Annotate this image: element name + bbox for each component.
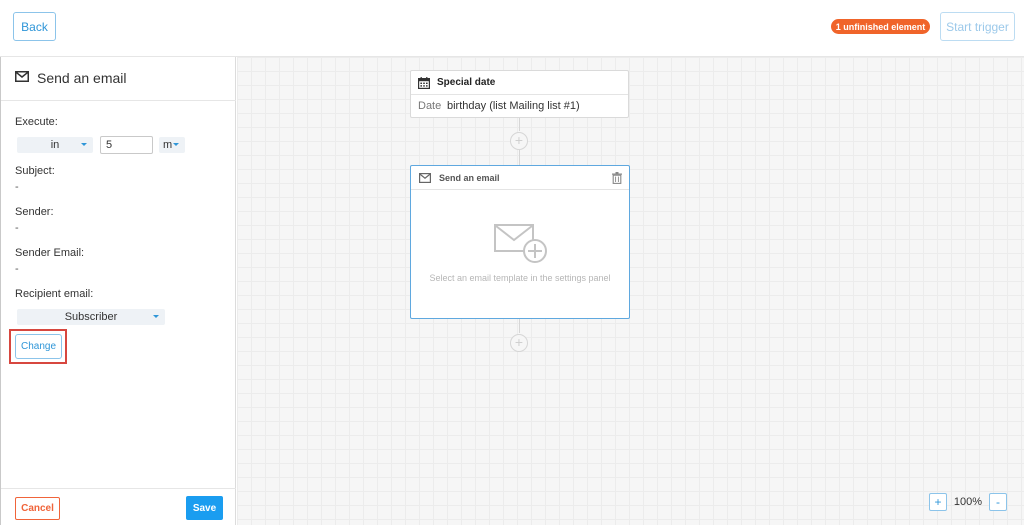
top-bar: Back 1 unfinished element Start trigger: [0, 0, 1024, 57]
envelope-icon: [419, 173, 431, 183]
execute-when-select[interactable]: in: [17, 137, 93, 153]
connector-line: [519, 150, 520, 165]
execute-unit-value: m: [163, 139, 173, 151]
connector-line: [519, 319, 520, 333]
zoom-in-button[interactable]: +: [929, 493, 947, 511]
chevron-down-icon: [153, 315, 159, 318]
chevron-down-icon: [81, 143, 87, 146]
save-button[interactable]: Save: [186, 496, 223, 520]
add-step-button[interactable]: +: [510, 334, 528, 352]
change-button[interactable]: Change: [15, 334, 62, 359]
special-date-node[interactable]: Special date Date birthday (list Mailing…: [410, 70, 629, 118]
subject-label: Subject:: [15, 165, 55, 177]
recipient-email-value: Subscriber: [64, 311, 118, 323]
chevron-down-icon: [173, 143, 179, 146]
unfinished-element-badge: 1 unfinished element: [831, 19, 930, 34]
node-header: Send an email: [411, 166, 629, 190]
panel-title: Send an email: [37, 70, 127, 86]
start-trigger-button[interactable]: Start trigger: [940, 12, 1015, 41]
subject-value: -: [15, 181, 19, 193]
zoom-out-button[interactable]: -: [989, 493, 1007, 511]
panel-header: Send an email: [1, 57, 236, 101]
date-key-label: Date: [418, 100, 442, 112]
sender-email-label: Sender Email:: [15, 247, 85, 259]
recipient-email-label: Recipient email:: [15, 288, 94, 300]
cancel-button[interactable]: Cancel: [15, 497, 60, 520]
email-template-hint: Select an email template in the settings…: [429, 273, 611, 283]
sender-email-value: -: [15, 263, 19, 275]
workflow-canvas[interactable]: [237, 57, 1024, 525]
connector-line: [519, 118, 520, 131]
sender-label: Sender:: [15, 206, 54, 218]
execute-label: Execute:: [15, 116, 58, 128]
panel-footer: Cancel Save: [1, 488, 236, 525]
settings-panel: Send an email Execute: in m Subject: - S…: [0, 57, 236, 525]
date-value: birthday (list Mailing list #1): [447, 100, 580, 112]
send-email-node-title: Send an email: [439, 173, 500, 183]
node-header: Special date: [411, 71, 628, 95]
envelope-icon: [15, 71, 29, 82]
recipient-email-select[interactable]: Subscriber: [17, 309, 165, 325]
zoom-level: 100%: [953, 496, 983, 508]
special-date-title: Special date: [437, 77, 496, 88]
back-button[interactable]: Back: [13, 12, 56, 41]
add-email-template-icon[interactable]: [493, 221, 549, 265]
sender-value: -: [15, 222, 19, 234]
send-email-node[interactable]: Send an email Select an email template i…: [410, 165, 630, 319]
execute-when-value: in: [50, 139, 60, 151]
execute-unit-select[interactable]: m: [159, 137, 185, 153]
add-step-button[interactable]: +: [510, 132, 528, 150]
calendar-icon: [418, 77, 430, 89]
execute-amount-input[interactable]: [100, 136, 153, 154]
trash-icon[interactable]: [612, 172, 622, 184]
